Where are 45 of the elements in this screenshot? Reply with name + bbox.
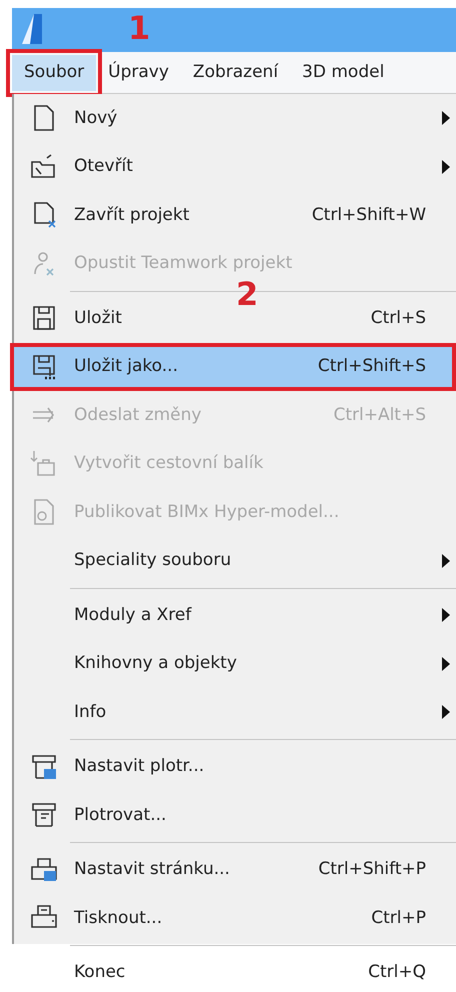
menu-item-label: Publikovat BIMx Hyper-model...	[74, 500, 340, 524]
menu-item-label: Plotrovat...	[74, 804, 166, 826]
menu-item-label: Nastavit plotr...	[74, 755, 204, 778]
menu-bar-item[interactable]: 3D model	[290, 54, 396, 90]
menu-item-label: Konec	[74, 961, 126, 984]
menu-item[interactable]: Zavřít projekt Ctrl+Shift+W	[14, 191, 456, 240]
shortcut-label: Ctrl+Shift+S	[318, 355, 426, 378]
menu-item[interactable]: Nový	[14, 94, 456, 142]
shortcut-label: Ctrl+Shift+P	[318, 858, 426, 881]
menu-item[interactable]: Nastavit plotr...	[14, 742, 456, 791]
menu-bar-item[interactable]: Zobrazení	[180, 54, 290, 90]
menu-bar-item[interactable]: Soubor	[12, 54, 96, 90]
menu-item[interactable]: Info	[14, 688, 456, 736]
menu-item[interactable]: Tisknout... Ctrl+P	[14, 894, 456, 942]
menu-bar-item[interactable]: Úpravy	[96, 54, 181, 90]
menu-item[interactable]: Moduly a Xref	[14, 591, 456, 640]
menu-item-label: Zavřít projekt	[74, 204, 190, 226]
menu-item-label: Moduly a Xref	[74, 604, 192, 626]
menu-item[interactable]: Speciality souboru	[14, 536, 456, 585]
step-number: 2	[236, 278, 258, 310]
menu-item[interactable]: Konec Ctrl+Q	[14, 948, 456, 992]
menu-item-label: Knihovny a objekty	[74, 652, 237, 675]
step-number: 1	[128, 12, 150, 44]
menu-item-label: Tisknout...	[74, 906, 162, 930]
menu-item[interactable]: Otevřít	[14, 142, 456, 191]
menu-item[interactable]: Nastavit stránku... Ctrl+Shift+P	[14, 846, 456, 894]
menu-item-label: Speciality souboru	[74, 549, 232, 572]
shortcut-label: Ctrl+Q	[368, 961, 426, 984]
shortcut-label: Ctrl+P	[371, 906, 426, 930]
menu-item-label: Nový	[74, 106, 118, 130]
shortcut-label: Ctrl+S	[370, 306, 426, 330]
shortcut-label: Ctrl+Shift+W	[312, 204, 426, 226]
app-logo-icon	[20, 14, 44, 44]
menu-item-label: Uložit	[74, 306, 122, 330]
menu-item-label: Uložit jako...	[74, 355, 178, 378]
menu-item-label: Odeslat změny	[74, 404, 202, 426]
menu-item-label: Info	[74, 700, 106, 724]
menu-item[interactable]: Uložit jako... Ctrl+Shift+S	[10, 342, 456, 391]
shortcut-label: Ctrl+Alt+S	[333, 404, 426, 426]
menu-item-label: Vytvořit cestovní balík	[74, 452, 264, 475]
menu-item-label: Opustit Teamwork projekt	[74, 252, 292, 275]
menu-item[interactable]: Knihovny a objekty	[14, 640, 456, 688]
menu-item-label: Otevřít	[74, 155, 133, 178]
menu-item-label: Nastavit stránku...	[74, 858, 230, 881]
menu-item[interactable]: Plotrovat...	[14, 791, 456, 840]
